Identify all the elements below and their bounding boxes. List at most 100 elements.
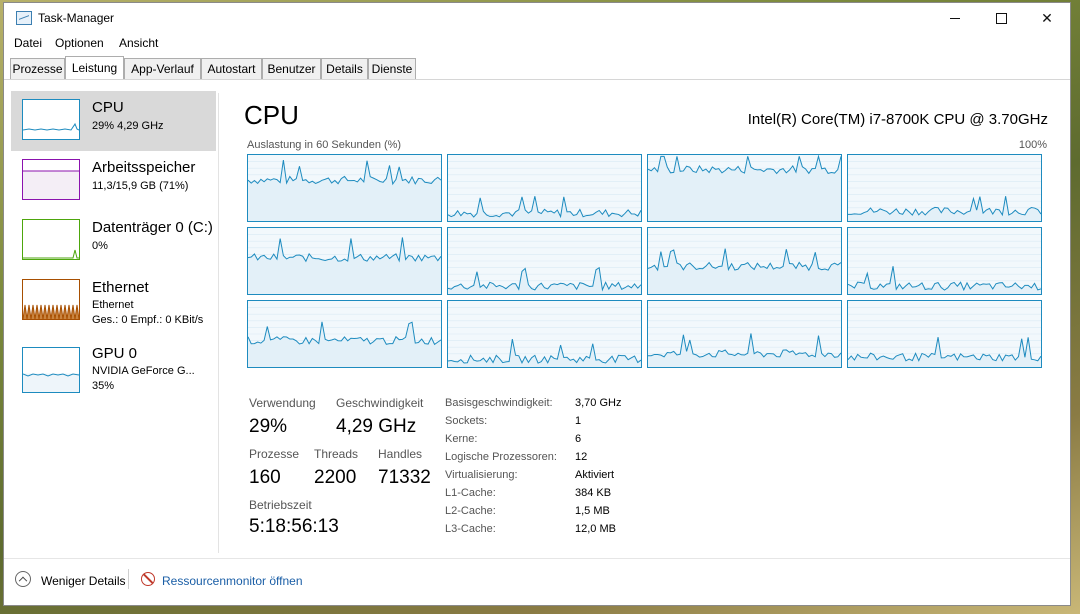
open-resource-monitor-link[interactable]: Ressourcenmonitor öffnen: [162, 574, 303, 588]
threads-value: 2200: [314, 467, 357, 488]
core-graph: [247, 227, 442, 295]
detail-value: 6: [575, 433, 582, 445]
close-button[interactable]: ✕: [1024, 3, 1070, 34]
chevron-up-icon[interactable]: [15, 571, 31, 587]
sidebar-item-value: NVIDIA GeForce G...: [92, 365, 195, 377]
handles-label: Handles: [378, 447, 423, 461]
detail-value: 3,70 GHz: [575, 397, 622, 409]
detail-value: 1,5 MB: [575, 505, 610, 517]
uptime-label: Betriebszeit: [249, 498, 312, 512]
page-title: CPU: [244, 100, 299, 130]
sidebar-item-cpu[interactable]: CPU 29% 4,29 GHz: [11, 91, 216, 151]
core-usage-area: [648, 156, 841, 221]
speed-value: 4,29 GHz: [336, 416, 417, 437]
menu-ansicht[interactable]: Ansicht: [119, 36, 158, 50]
detail-label: Basisgeschwindigkeit:: [445, 397, 553, 409]
speed-label: Geschwindigkeit: [336, 396, 424, 410]
core-graph-canvas: [848, 234, 1041, 294]
sidebar-item-memory[interactable]: Arbeitsspeicher 11,3/15,9 GB (71%): [11, 151, 216, 211]
core-usage-area: [448, 196, 641, 221]
detail-label: Virtualisierung:: [445, 469, 518, 481]
minimize-icon: [950, 18, 960, 19]
sidebar-item-usage: 35%: [92, 380, 115, 392]
tab-benutzer[interactable]: Benutzer: [262, 58, 321, 79]
sidebar-item-label: CPU: [92, 99, 124, 116]
detail-value: 1: [575, 415, 582, 427]
detail-value: Aktiviert: [575, 469, 615, 481]
window-title: Task-Manager: [38, 11, 115, 25]
core-usage-area: [848, 337, 1041, 367]
sidebar-item-rate: Ges.: 0 Empf.: 0 KBit/s: [92, 314, 204, 326]
usage-label: Verwendung: [249, 396, 316, 410]
core-graph: [847, 227, 1042, 295]
detail-label: L2-Cache:: [445, 505, 496, 517]
menu-datei[interactable]: Datei: [14, 36, 42, 50]
core-graph: [647, 227, 842, 295]
detail-value: 12,0 MB: [575, 523, 616, 535]
core-graph: [847, 300, 1042, 368]
sidebar-item-disk[interactable]: Datenträger 0 (C:) 0%: [11, 211, 216, 271]
tab-dienste[interactable]: Dienste: [368, 58, 416, 79]
tab-autostart[interactable]: Autostart: [201, 58, 262, 79]
detail-label: Kerne:: [445, 433, 478, 445]
core-usage-area: [448, 339, 641, 367]
core-graph: [447, 300, 642, 368]
tab-details[interactable]: Details: [321, 58, 368, 79]
logical-processor-graphs[interactable]: [247, 154, 1043, 370]
processes-label: Prozesse: [249, 447, 300, 461]
resource-sidebar: CPU 29% 4,29 GHz Arbeitsspeicher 11,3/15…: [4, 80, 218, 558]
core-usage-area: [648, 248, 841, 294]
detail-label: L3-Cache:: [445, 523, 496, 535]
detail-label: L1-Cache:: [445, 487, 496, 499]
footer-separator: [128, 569, 129, 589]
sidebar-item-ethernet[interactable]: Ethernet Ethernet Ges.: 0 Empf.: 0 KBit/…: [11, 271, 216, 331]
core-usage-area: [248, 160, 441, 221]
sidebar-item-value: 11,3/15,9 GB (71%): [92, 180, 189, 192]
core-usage-area: [248, 237, 441, 294]
close-icon: ✕: [1041, 10, 1053, 26]
maximize-button[interactable]: [978, 3, 1024, 34]
processes-value: 160: [249, 467, 281, 488]
menu-optionen[interactable]: Optionen: [55, 36, 104, 50]
task-manager-icon: [16, 11, 32, 25]
core-graph-canvas: [848, 161, 1041, 221]
core-graph: [447, 227, 642, 295]
threads-label: Threads: [314, 447, 359, 461]
detail-value: 12: [575, 451, 588, 463]
tab-app-verlauf[interactable]: App-Verlauf: [124, 58, 201, 79]
sidebar-item-value: Ethernet: [92, 299, 134, 311]
core-graph: [247, 154, 442, 222]
task-manager-window: Task-Manager ✕ Datei Optionen Ansicht Pr…: [3, 2, 1071, 606]
cpu-performance-panel: CPU Intel(R) Core(TM) i7-8700K CPU @ 3.7…: [224, 80, 1072, 560]
resource-monitor-icon[interactable]: [141, 572, 155, 586]
cpu-model-name: Intel(R) Core(TM) i7-8700K CPU @ 3.70GHz: [747, 111, 1048, 128]
core-graph-canvas: [648, 155, 841, 221]
graph-caption: Auslastung in 60 Sekunden (%): [247, 139, 402, 151]
tab-leistung[interactable]: Leistung: [65, 56, 124, 79]
usage-value: 29%: [249, 416, 288, 437]
detail-label: Logische Prozessoren:: [445, 451, 557, 463]
memory-thumbnail-graph: [22, 159, 80, 200]
tab-prozesse[interactable]: Prozesse: [10, 58, 65, 79]
uptime-value: 5:18:56:13: [249, 516, 339, 537]
cpu-thumbnail-graph: [22, 99, 80, 140]
core-graph-canvas: [448, 234, 641, 294]
sidebar-item-label: Arbeitsspeicher: [92, 159, 196, 176]
sidebar-item-value: 29% 4,29 GHz: [92, 120, 164, 132]
fewer-details-button[interactable]: Weniger Details: [41, 574, 125, 588]
sidebar-item-gpu[interactable]: GPU 0 NVIDIA GeForce G... 35%: [11, 337, 216, 397]
sidebar-item-label: Ethernet: [92, 279, 149, 296]
core-graph-canvas: [448, 161, 641, 221]
gpu-thumbnail-graph: [22, 347, 80, 393]
ethernet-thumbnail-graph: [22, 279, 80, 320]
core-graph-canvas: [248, 307, 441, 367]
disk-thumbnail-graph: [22, 219, 80, 260]
core-usage-line: [848, 266, 1041, 292]
sidebar-item-value: 0%: [92, 240, 108, 252]
minimize-button[interactable]: [932, 3, 978, 34]
core-graph: [647, 154, 842, 222]
core-graph-canvas: [248, 160, 441, 221]
title-bar[interactable]: Task-Manager ✕: [4, 3, 1070, 34]
detail-label: Sockets:: [445, 415, 488, 427]
core-graph: [447, 154, 642, 222]
